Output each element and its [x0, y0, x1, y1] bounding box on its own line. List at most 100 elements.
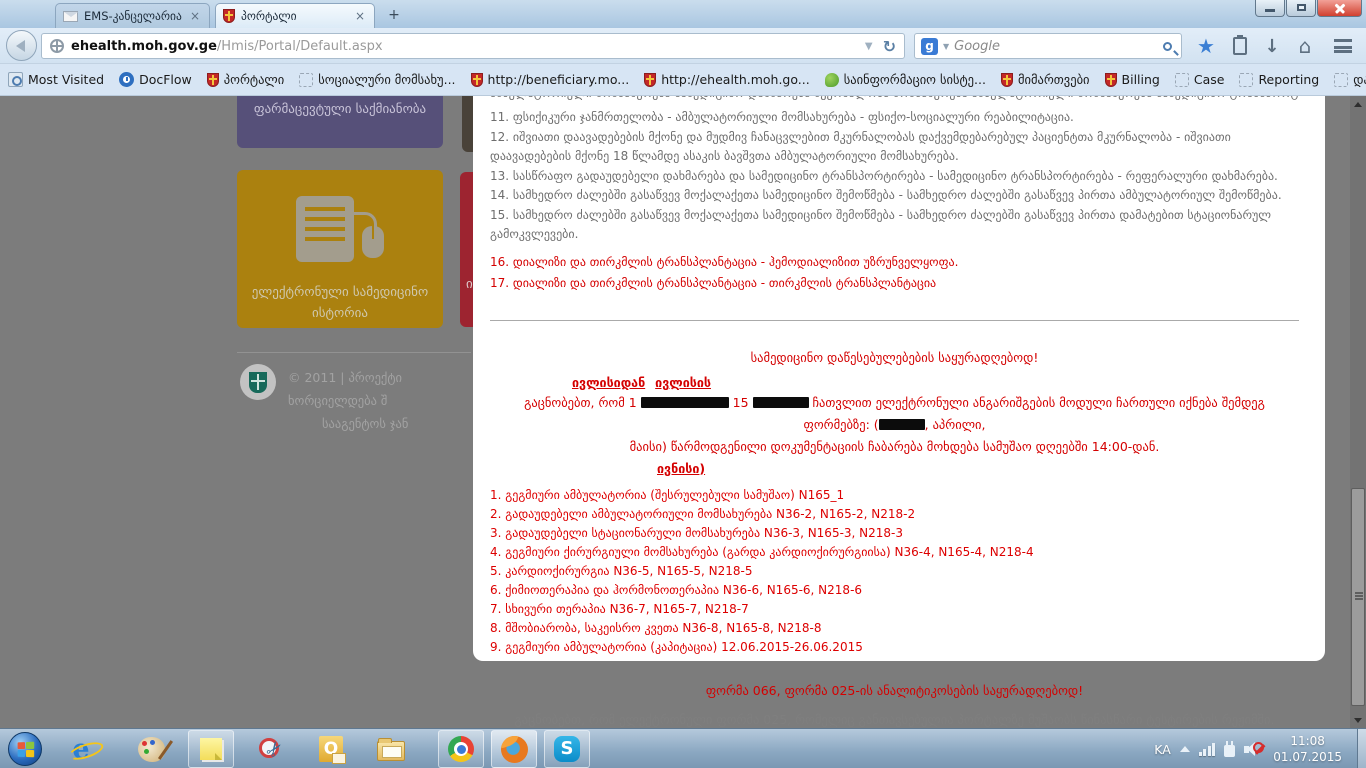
search-input[interactable]: Google: [954, 39, 1163, 54]
tile-pharmaceutical-activity[interactable]: ფარმაცევტული საქმიანობა: [237, 96, 443, 148]
bookmark-billing[interactable]: Billing: [1105, 72, 1160, 87]
footer-divider: [237, 352, 471, 353]
tab-portal[interactable]: პორტალი ×: [215, 3, 375, 28]
menu-button[interactable]: [1326, 33, 1360, 59]
page-viewport: ფარმაცევტული საქმიანობა ელექტრონული სამე…: [0, 96, 1366, 728]
sticky-notes-icon: [200, 738, 222, 760]
bookmark-attendance-control[interactable]: დასწრების კონტრო...: [1334, 72, 1366, 87]
bookmark-referrals[interactable]: მიმართვები: [1001, 72, 1090, 87]
list-item: 9. გეგმიური ამბულატორია (კაპიტაცია) 12.0…: [490, 638, 1299, 657]
search-box[interactable]: g ▼ Google: [914, 33, 1182, 59]
bookmark-beneficiary[interactable]: http://beneficiary.mo...: [471, 72, 630, 87]
skype-icon: S: [554, 736, 580, 762]
minimize-button[interactable]: [1255, 0, 1285, 17]
power-plug-icon[interactable]: [1224, 745, 1235, 757]
list-item: 11. ფსიქიკური ჯანმრთელობა - ამბულატორიულ…: [490, 108, 1299, 128]
close-button[interactable]: [1317, 0, 1362, 17]
url-domain: ehealth.moh.gov.ge: [71, 39, 217, 54]
tab-close-icon[interactable]: ×: [353, 9, 367, 23]
list-item: 6. ქიმიოთერაპია და ჰორმონოთერაპია N36-6,…: [490, 581, 1299, 600]
placeholder-icon: [1334, 73, 1348, 87]
announce-text: გაცნობებთ, რომ 1: [524, 395, 637, 410]
taskbar-chrome[interactable]: [438, 730, 484, 768]
taskbar-firefox[interactable]: [491, 730, 537, 768]
bookmark-docflow[interactable]: DocFlow: [119, 72, 192, 87]
network-signal-icon[interactable]: [1199, 743, 1216, 756]
url-bar[interactable]: ehealth.moh.gov.ge/Hmis/Portal/Default.a…: [41, 33, 905, 59]
list-item: 2. გადაუდებელი ამბულატორიული მომსახურება…: [490, 505, 1299, 524]
placeholder-icon: [1239, 73, 1253, 87]
list-item: 3. გადაუდებელი სტაციონარული მომსახურება …: [490, 524, 1299, 543]
taskbar-sticky-notes[interactable]: [188, 730, 234, 768]
placeholder-icon: [299, 73, 313, 87]
bookmark-case[interactable]: Case: [1175, 72, 1225, 87]
taskbar-snipping-tool[interactable]: ✂: [248, 730, 294, 768]
url-text: ehealth.moh.gov.ge/Hmis/Portal/Default.a…: [71, 39, 859, 54]
taskbar-internet-explorer[interactable]: e: [58, 730, 104, 768]
forms-paragraph: გაცნობებთ, რომ ელექტრონული ფორმა 025, რო…: [490, 709, 1299, 729]
search-engine-dropdown-icon[interactable]: ▼: [938, 42, 954, 51]
placeholder-icon: [1175, 73, 1189, 87]
scroll-down-button[interactable]: [1350, 712, 1366, 728]
language-indicator[interactable]: KA: [1154, 742, 1171, 757]
scrollbar-thumb[interactable]: [1351, 488, 1365, 706]
show-desktop-button[interactable]: [1357, 729, 1366, 768]
new-tab-button[interactable]: +: [382, 6, 406, 24]
service-list-red: 16. დიალიზი და თირკმლის ტრანსპლანტაცია -…: [490, 252, 1299, 294]
bookmark-most-visited[interactable]: Most Visited: [8, 72, 104, 87]
clipboard-icon: [1233, 37, 1247, 55]
page-scrollbar[interactable]: [1350, 96, 1366, 728]
bookmark-info-system[interactable]: საინფორმაციო სისტე...: [825, 72, 986, 87]
list-item: 15. სამხედრო ძალებში გასაწვევ მოქალაქეთა…: [490, 206, 1299, 245]
bookmark-label: სოციალური მომსახუ...: [318, 72, 455, 87]
outlook-icon: O: [319, 736, 343, 762]
bookmark-social-service[interactable]: სოციალური მომსახუ...: [299, 72, 455, 87]
system-tray: KA 11:08 01.07.2015: [1154, 729, 1342, 768]
section-heading-forms: ფორმა 066, ფორმა 025-ის ანალიტიკოსების ს…: [490, 683, 1299, 698]
section-divider: [490, 320, 1299, 321]
back-button[interactable]: [6, 30, 37, 61]
tile-electronic-medical-history[interactable]: ელექტრონული სამედიცინო ისტორია: [237, 170, 443, 328]
redacted-text: [753, 397, 809, 408]
navigation-toolbar: ehealth.moh.gov.ge/Hmis/Portal/Default.a…: [0, 28, 1366, 64]
bookmarks-panel-button[interactable]: [1226, 33, 1254, 59]
downloads-button[interactable]: ↓: [1258, 33, 1286, 59]
bookmark-ehealth[interactable]: http://ehealth.moh.go...: [644, 72, 810, 87]
volume-muted-icon[interactable]: [1244, 740, 1264, 758]
restore-button[interactable]: [1286, 0, 1316, 17]
hamburger-icon: [1334, 39, 1352, 53]
list-item: 5. კარდიოქირურგია N36-5, N165-5, N218-5: [490, 562, 1299, 581]
start-button[interactable]: [8, 732, 42, 766]
list-item: 7. სხივური თერაპია N36-7, N165-7, N218-7: [490, 600, 1299, 619]
reload-icon[interactable]: ↻: [879, 37, 900, 56]
taskbar-paint[interactable]: [128, 730, 174, 768]
green-leaf-icon: [825, 73, 839, 87]
taskbar-skype[interactable]: S: [544, 730, 590, 768]
taskbar-file-explorer[interactable]: [368, 730, 414, 768]
announcement-paragraph: გაცნობებთ, რომ 1 15 ჩათვლით ელექტრონული …: [490, 392, 1299, 458]
paint-palette-icon: [138, 737, 165, 762]
clock[interactable]: 11:08 01.07.2015: [1273, 733, 1342, 765]
scroll-up-button[interactable]: [1350, 96, 1366, 112]
bookmark-star-button[interactable]: ★: [1192, 33, 1220, 59]
taskbar-outlook[interactable]: O: [308, 730, 354, 768]
bookmark-reporting[interactable]: Reporting: [1239, 72, 1319, 87]
bookmark-portal[interactable]: პორტალი: [207, 72, 284, 87]
taskbar: e ✂ O S KA 11:08 01.07.2015: [0, 728, 1366, 768]
tab-title: EMS-კანცელარია: [84, 9, 182, 23]
home-button[interactable]: ⌂: [1290, 33, 1320, 59]
show-hidden-icons-button[interactable]: [1180, 746, 1190, 752]
tab-close-icon[interactable]: ×: [188, 9, 202, 23]
list-item: 12. იშვიათი დაავადებების მქონე და მუდმივ…: [490, 128, 1299, 167]
service-list-gray: 11. ფსიქიკური ჯანმრთელობა - ამბულატორიულ…: [490, 108, 1299, 245]
search-icon[interactable]: [1163, 42, 1172, 51]
url-dropdown-icon[interactable]: ▼: [859, 41, 879, 52]
redacted-text: [879, 419, 925, 430]
list-item: 17. დიალიზი და თირკმლის ტრანსპლანტაცია -…: [490, 273, 1299, 294]
tab-ems-kancelaria[interactable]: EMS-კანცელარია ×: [55, 3, 210, 28]
most-visited-icon: [8, 72, 23, 87]
redacted-text: [641, 397, 729, 408]
coat-of-arms-icon: [1105, 73, 1117, 87]
back-arrow-icon: [16, 40, 25, 52]
footer-line2: სააგენტოს ჯან: [288, 412, 488, 435]
